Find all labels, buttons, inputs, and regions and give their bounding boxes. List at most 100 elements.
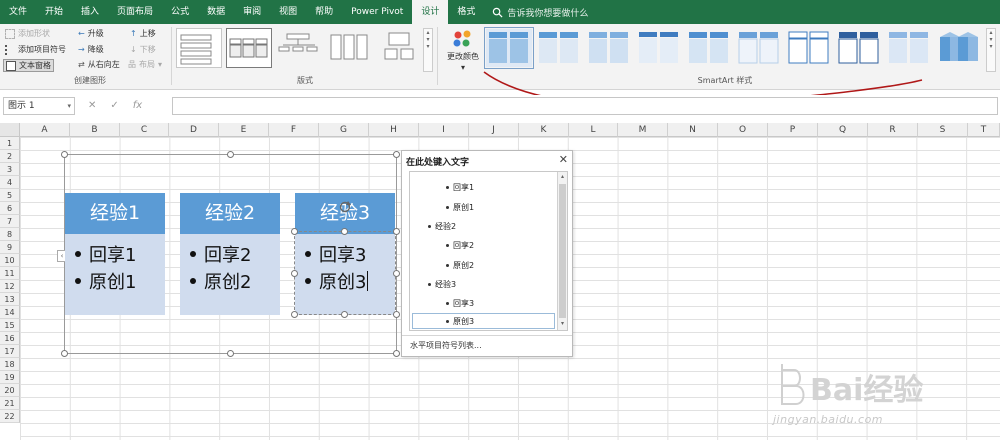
- shape-handle[interactable]: [393, 270, 400, 277]
- text-pane-layout-link[interactable]: 水平项目符号列表...: [402, 335, 572, 356]
- row-header-12[interactable]: 12: [0, 280, 20, 293]
- row-header-20[interactable]: 20: [0, 384, 20, 397]
- row-header-14[interactable]: 14: [0, 306, 20, 319]
- row-header-1[interactable]: 1: [0, 137, 20, 150]
- resize-handle[interactable]: [61, 350, 68, 357]
- text-pane-item[interactable]: 原创1: [446, 202, 474, 213]
- smartart-style-7[interactable]: [786, 29, 832, 67]
- text-pane-item[interactable]: 回享3: [446, 298, 474, 309]
- text-pane-scrollbar[interactable]: ▴ ▾: [557, 172, 567, 330]
- tab-insert[interactable]: 插入: [72, 0, 108, 24]
- tab-power-pivot[interactable]: Power Pivot: [342, 0, 412, 24]
- change-colors-button[interactable]: 更改颜色 ▾: [444, 28, 482, 72]
- text-pane-list[interactable]: 回享1 原创1 经验2 回享2 原创2 经验3 回享3 原创3 ▴ ▾: [409, 171, 568, 331]
- column-header-C[interactable]: C: [120, 123, 169, 137]
- formula-input[interactable]: [172, 97, 998, 115]
- column-header-E[interactable]: E: [219, 123, 269, 137]
- text-pane-item-active[interactable]: 原创3: [412, 313, 555, 329]
- demote-button[interactable]: → 降级: [78, 44, 104, 55]
- tell-me-box[interactable]: 告诉我你想要做什么: [492, 6, 588, 19]
- column-header-A[interactable]: A: [20, 123, 70, 137]
- row-header-6[interactable]: 6: [0, 202, 20, 215]
- text-pane-item[interactable]: 回享2: [446, 240, 474, 251]
- smartart-style-8[interactable]: [836, 29, 882, 67]
- row-header-9[interactable]: 9: [0, 241, 20, 254]
- column-header-L[interactable]: L: [569, 123, 618, 137]
- resize-handle[interactable]: [227, 350, 234, 357]
- move-up-button[interactable]: ↑ 上移: [130, 28, 156, 39]
- row-header-5[interactable]: 5: [0, 189, 20, 202]
- layout-option-3[interactable]: [276, 28, 322, 68]
- add-shape-button[interactable]: 添加形状: [5, 28, 50, 39]
- smartart-style-10[interactable]: [936, 29, 982, 67]
- smartart-style-1[interactable]: [484, 27, 534, 69]
- shape-handle[interactable]: [393, 228, 400, 235]
- row-header-2[interactable]: 2: [0, 150, 20, 163]
- promote-button[interactable]: ← 升级: [78, 28, 104, 39]
- row-header-21[interactable]: 21: [0, 397, 20, 410]
- tab-data[interactable]: 数据: [198, 0, 234, 24]
- row-header-19[interactable]: 19: [0, 371, 20, 384]
- name-box[interactable]: 图示 1 ▾: [3, 97, 75, 115]
- styles-gallery-scroll[interactable]: ▴ ▾ ▾: [986, 28, 996, 72]
- column-header-H[interactable]: H: [369, 123, 419, 137]
- text-pane-item[interactable]: 经验2: [428, 221, 456, 232]
- column-header-G[interactable]: G: [319, 123, 369, 137]
- tab-review[interactable]: 审阅: [234, 0, 270, 24]
- smartart-style-5[interactable]: [686, 29, 732, 67]
- row-header-15[interactable]: 15: [0, 319, 20, 332]
- tab-file[interactable]: 文件: [0, 0, 36, 24]
- shape-handle[interactable]: [393, 311, 400, 318]
- tab-formulas[interactable]: 公式: [162, 0, 198, 24]
- scroll-thumb[interactable]: [559, 184, 566, 318]
- tab-page-layout[interactable]: 页面布局: [108, 0, 162, 24]
- column-header-Q[interactable]: Q: [818, 123, 868, 137]
- tab-view[interactable]: 视图: [270, 0, 306, 24]
- resize-handle[interactable]: [393, 151, 400, 158]
- smartart-style-3[interactable]: [586, 29, 632, 67]
- row-header-7[interactable]: 7: [0, 215, 20, 228]
- row-header-4[interactable]: 4: [0, 176, 20, 189]
- scroll-down-icon[interactable]: ▾: [559, 320, 566, 328]
- layout-option-2[interactable]: [226, 28, 272, 68]
- text-pane-item[interactable]: 经验3: [428, 279, 456, 290]
- close-icon[interactable]: ✕: [559, 153, 568, 166]
- move-down-button[interactable]: ↓ 下移: [130, 44, 156, 55]
- smartart-style-4[interactable]: [636, 29, 682, 67]
- text-pane-button[interactable]: 文本窗格: [3, 59, 54, 72]
- column-header-B[interactable]: B: [70, 123, 120, 137]
- resize-handle[interactable]: [393, 350, 400, 357]
- column-header-K[interactable]: K: [519, 123, 569, 137]
- smartart-style-6[interactable]: [736, 29, 782, 67]
- add-bullet-button[interactable]: 添加项目符号: [5, 44, 66, 55]
- smartart-block-2-title[interactable]: 经验2: [180, 193, 280, 234]
- insert-function-icon[interactable]: fx: [133, 97, 142, 115]
- shape-handle[interactable]: [291, 270, 298, 277]
- shape-handle[interactable]: [341, 228, 348, 235]
- shape-handle[interactable]: [341, 311, 348, 318]
- column-header-J[interactable]: J: [469, 123, 519, 137]
- text-pane-item[interactable]: 原创2: [446, 260, 474, 271]
- smartart-style-2[interactable]: [536, 29, 582, 67]
- shape-handle[interactable]: [291, 228, 298, 235]
- smartart-block-2-body[interactable]: 回享2 原创2: [180, 234, 280, 315]
- column-header-F[interactable]: F: [269, 123, 319, 137]
- row-header-18[interactable]: 18: [0, 358, 20, 371]
- column-header-D[interactable]: D: [169, 123, 219, 137]
- row-header-22[interactable]: 22: [0, 410, 20, 423]
- layout-option-4[interactable]: [326, 28, 372, 68]
- row-header-13[interactable]: 13: [0, 293, 20, 306]
- text-pane-item[interactable]: 回享1: [446, 182, 474, 193]
- resize-handle[interactable]: [61, 151, 68, 158]
- layout-option-5[interactable]: [380, 28, 420, 68]
- column-header-M[interactable]: M: [618, 123, 668, 137]
- smartart-block-1-body[interactable]: 回享1 原创1: [65, 234, 165, 315]
- column-header-N[interactable]: N: [668, 123, 718, 137]
- column-header-S[interactable]: S: [918, 123, 968, 137]
- rotate-handle-icon[interactable]: [338, 200, 352, 214]
- tab-format[interactable]: 格式: [448, 0, 484, 24]
- row-header-10[interactable]: 10: [0, 254, 20, 267]
- row-header-16[interactable]: 16: [0, 332, 20, 345]
- column-header-O[interactable]: O: [718, 123, 768, 137]
- tab-help[interactable]: 帮助: [306, 0, 342, 24]
